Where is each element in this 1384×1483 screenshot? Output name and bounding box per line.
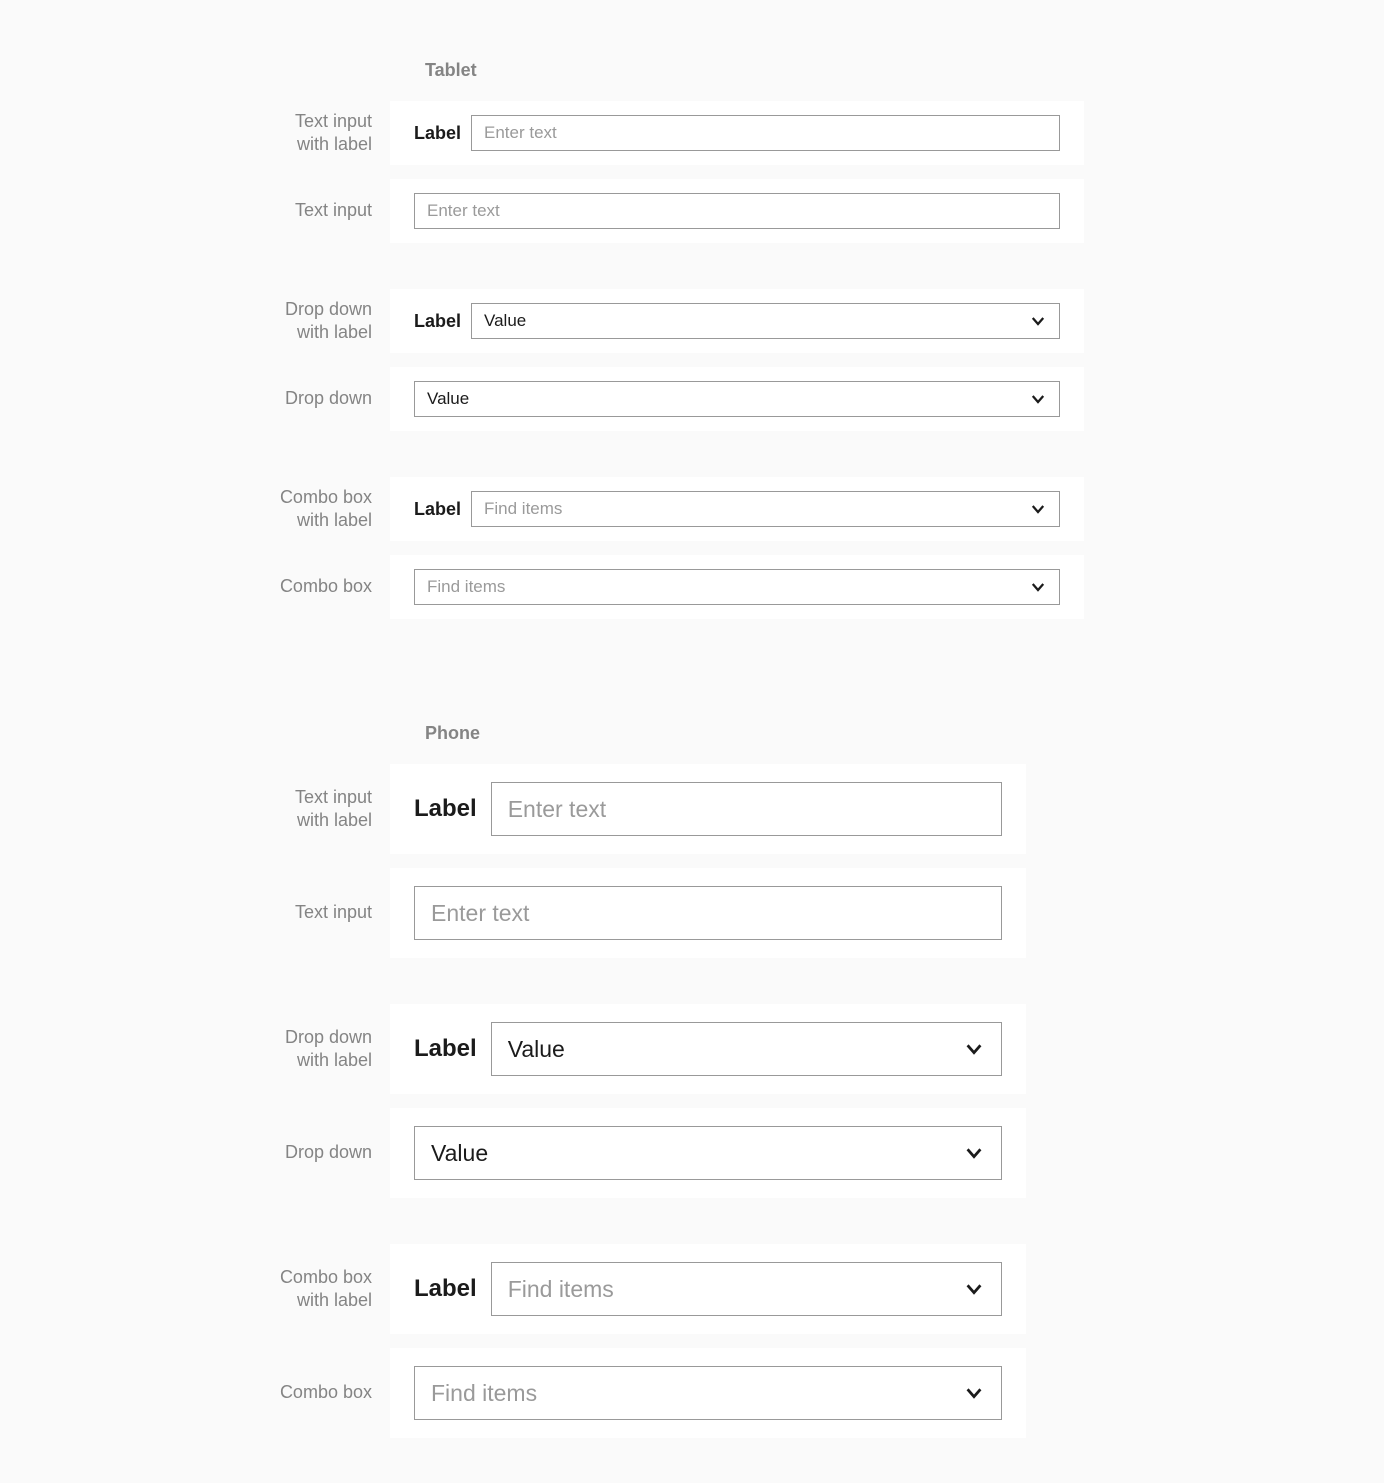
dropdown[interactable]: Value — [491, 1022, 1002, 1076]
row-desc: Combo box with label — [0, 1266, 390, 1313]
chevron-down-icon — [1029, 578, 1047, 596]
card: Label Value — [390, 289, 1084, 353]
combobox[interactable]: Find items — [414, 1366, 1002, 1420]
chevron-down-icon — [1029, 390, 1047, 408]
card: Label Enter text — [390, 101, 1084, 165]
chevron-down-icon — [963, 1382, 985, 1404]
dropdown-value: Value — [431, 1140, 955, 1167]
dropdown[interactable]: Value — [414, 1126, 1002, 1180]
row-tablet-combobox-with-label: Combo box with label Label Find items — [0, 477, 1384, 541]
card: Label Enter text — [390, 764, 1026, 854]
field-label: Label — [414, 1275, 477, 1303]
row-phone-text-input-with-label: Text input with label Label Enter text — [0, 764, 1384, 854]
text-input[interactable]: Enter text — [491, 782, 1002, 836]
desc-line-1: Text input — [0, 110, 372, 133]
desc-line-2: with label — [0, 1289, 372, 1312]
desc-line-1: Drop down — [0, 1141, 372, 1164]
row-desc: Combo box — [0, 575, 390, 598]
card: Value — [390, 1108, 1026, 1198]
desc-line-1: Drop down — [0, 1026, 372, 1049]
desc-line-1: Text input — [0, 786, 372, 809]
card: Label Find items — [390, 1244, 1026, 1334]
row-phone-combobox: Combo box Find items — [0, 1348, 1384, 1438]
desc-line-2: with label — [0, 509, 372, 532]
desc-line-1: Combo box — [0, 1381, 372, 1404]
desc-line-1: Combo box — [0, 1266, 372, 1289]
section-title-phone: Phone — [425, 723, 1384, 744]
card: Find items — [390, 1348, 1026, 1438]
desc-line-1: Combo box — [0, 486, 372, 509]
desc-line-1: Drop down — [0, 298, 372, 321]
dropdown-value: Value — [508, 1036, 955, 1063]
placeholder-text: Enter text — [484, 123, 1047, 143]
text-input[interactable]: Enter text — [471, 115, 1060, 151]
combobox[interactable]: Find items — [471, 491, 1060, 527]
row-phone-combobox-with-label: Combo box with label Label Find items — [0, 1244, 1384, 1334]
desc-line-1: Text input — [0, 901, 372, 924]
row-desc: Text input — [0, 901, 390, 924]
placeholder-text: Enter text — [427, 201, 1047, 221]
row-desc: Text input — [0, 199, 390, 222]
text-input[interactable]: Enter text — [414, 886, 1002, 940]
card: Label Value — [390, 1004, 1026, 1094]
placeholder-text: Enter text — [431, 900, 985, 927]
chevron-down-icon — [963, 1142, 985, 1164]
placeholder-text: Find items — [431, 1380, 955, 1407]
dropdown-value: Value — [484, 311, 1021, 331]
row-phone-dropdown-with-label: Drop down with label Label Value — [0, 1004, 1384, 1094]
chevron-down-icon — [963, 1038, 985, 1060]
field-label: Label — [414, 499, 461, 520]
row-desc: Drop down with label — [0, 1026, 390, 1073]
chevron-down-icon — [1029, 312, 1047, 330]
field-label: Label — [414, 311, 461, 332]
card: Enter text — [390, 179, 1084, 243]
row-tablet-combobox: Combo box Find items — [0, 555, 1384, 619]
row-desc: Text input with label — [0, 786, 390, 833]
desc-line-1: Combo box — [0, 575, 372, 598]
desc-line-2: with label — [0, 321, 372, 344]
row-desc: Drop down — [0, 1141, 390, 1164]
row-tablet-text-input: Text input Enter text — [0, 179, 1384, 243]
desc-line-2: with label — [0, 809, 372, 832]
combobox[interactable]: Find items — [414, 569, 1060, 605]
row-desc: Drop down with label — [0, 298, 390, 345]
chevron-down-icon — [963, 1278, 985, 1300]
row-tablet-text-input-with-label: Text input with label Label Enter text — [0, 101, 1384, 165]
desc-line-2: with label — [0, 1049, 372, 1072]
field-label: Label — [414, 795, 477, 823]
row-desc: Combo box — [0, 1381, 390, 1404]
desc-line-1: Drop down — [0, 387, 372, 410]
row-tablet-dropdown-with-label: Drop down with label Label Value — [0, 289, 1384, 353]
text-input[interactable]: Enter text — [414, 193, 1060, 229]
section-title-tablet: Tablet — [425, 60, 1384, 81]
placeholder-text: Find items — [427, 577, 1021, 597]
combobox[interactable]: Find items — [491, 1262, 1002, 1316]
desc-line-1: Text input — [0, 199, 372, 222]
row-phone-text-input: Text input Enter text — [0, 868, 1384, 958]
row-tablet-dropdown: Drop down Value — [0, 367, 1384, 431]
field-label: Label — [414, 1035, 477, 1063]
row-phone-dropdown: Drop down Value — [0, 1108, 1384, 1198]
field-label: Label — [414, 123, 461, 144]
placeholder-text: Find items — [484, 499, 1021, 519]
card: Enter text — [390, 868, 1026, 958]
placeholder-text: Find items — [508, 1276, 955, 1303]
placeholder-text: Enter text — [508, 796, 985, 823]
dropdown[interactable]: Value — [471, 303, 1060, 339]
row-desc: Combo box with label — [0, 486, 390, 533]
row-desc: Text input with label — [0, 110, 390, 157]
card: Label Find items — [390, 477, 1084, 541]
dropdown[interactable]: Value — [414, 381, 1060, 417]
chevron-down-icon — [1029, 500, 1047, 518]
dropdown-value: Value — [427, 389, 1021, 409]
card: Value — [390, 367, 1084, 431]
card: Find items — [390, 555, 1084, 619]
desc-line-2: with label — [0, 133, 372, 156]
row-desc: Drop down — [0, 387, 390, 410]
